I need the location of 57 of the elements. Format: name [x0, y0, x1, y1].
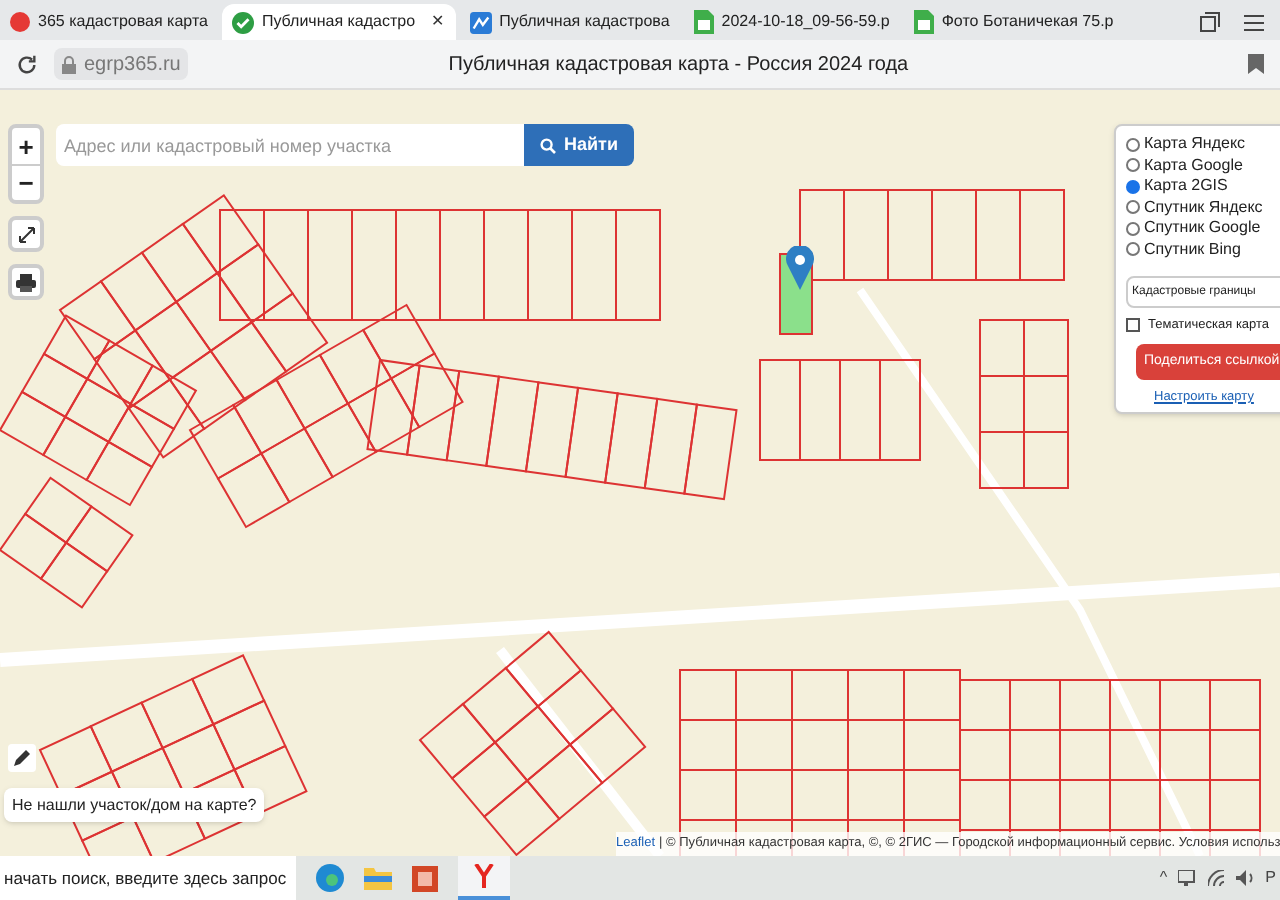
reload-icon[interactable]: [16, 53, 38, 75]
layer-option[interactable]: Спутник Яндекс: [1126, 197, 1280, 218]
bookmark-icon[interactable]: [1248, 54, 1264, 74]
letter-mark-icon: [474, 864, 494, 888]
language-indicator[interactable]: Р: [1265, 866, 1276, 890]
close-button[interactable]: ✕: [431, 10, 446, 34]
pencil-icon[interactable]: [8, 744, 36, 772]
menu-icon[interactable]: [1244, 13, 1264, 31]
print-button[interactable]: [8, 264, 44, 300]
tabs-icon[interactable]: [1200, 12, 1220, 32]
radio-button[interactable]: [1126, 158, 1140, 173]
fullscreen-button[interactable]: [8, 216, 44, 252]
search-button[interactable]: Найти: [524, 124, 634, 166]
layer-option[interactable]: Спутник Bing: [1126, 239, 1280, 260]
tab-label: 2024-10-18_09-56-59.p: [721, 10, 890, 34]
checkbox[interactable]: [1126, 318, 1140, 333]
presentation-app-icon[interactable]: [412, 865, 438, 891]
file-icon: [913, 10, 934, 34]
browser-tab[interactable]: 2024-10-18_09-56-59.p: [683, 4, 900, 40]
expand-icon: [17, 225, 35, 243]
file-icon: [693, 10, 714, 34]
yandex-browser-button[interactable]: [458, 856, 510, 900]
wifi-icon[interactable]: [1207, 870, 1226, 886]
radio-button[interactable]: [1126, 221, 1140, 236]
tab-label: Публичная кадастро: [261, 10, 416, 34]
radio-button[interactable]: [1126, 179, 1140, 194]
search-icon: [540, 137, 556, 153]
layer-option[interactable]: Карта 2GIS: [1126, 176, 1280, 197]
zoom-out-button[interactable]: −: [12, 164, 40, 200]
browser-icon[interactable]: [316, 864, 344, 892]
radio-button[interactable]: [1126, 200, 1140, 215]
map-pin-icon[interactable]: [786, 246, 814, 290]
layer-option[interactable]: Карта Google: [1126, 155, 1280, 176]
radio-button[interactable]: [1126, 242, 1140, 257]
url-field[interactable]: egrp365.ru: [54, 48, 189, 80]
folder-icon[interactable]: [364, 866, 392, 890]
layer-option[interactable]: Спутник Google: [1126, 218, 1280, 239]
site-icon: [10, 12, 30, 32]
zoom-in-button[interactable]: +: [12, 128, 40, 164]
speaker-icon[interactable]: [1235, 870, 1256, 886]
check-icon: [231, 11, 254, 33]
radio-button[interactable]: [1126, 137, 1140, 152]
browser-tab[interactable]: Публичная кадастро ✕: [221, 4, 456, 40]
not-found-button[interactable]: Не нашли участок/дом на карте?: [4, 788, 265, 822]
browser-tab[interactable]: Фото Ботаничекая 75.р: [903, 4, 1124, 40]
tab-label: Фото Ботаничекая 75.р: [941, 10, 1114, 34]
taskbar-search-field[interactable]: начать поиск, введите здесь запрос: [0, 856, 296, 900]
tab-label: 365 кадастровая карта: [38, 10, 208, 34]
browser-tab[interactable]: 365 кадастровая карта: [0, 4, 218, 40]
printer-icon: [16, 273, 36, 291]
lock-icon: [62, 55, 76, 73]
browser-tab[interactable]: Публичная кадастрова: [459, 4, 680, 40]
search-field[interactable]: Адрес или кадастровый номер участка: [56, 124, 524, 166]
page-title: Публичная кадастровая карта - Россия 2024 года: [446, 51, 911, 79]
layer-option[interactable]: Карта Яндекс: [1126, 134, 1280, 155]
tray-expand-button[interactable]: ^: [1159, 866, 1168, 890]
tab-label: Публичная кадастрова: [499, 10, 670, 34]
